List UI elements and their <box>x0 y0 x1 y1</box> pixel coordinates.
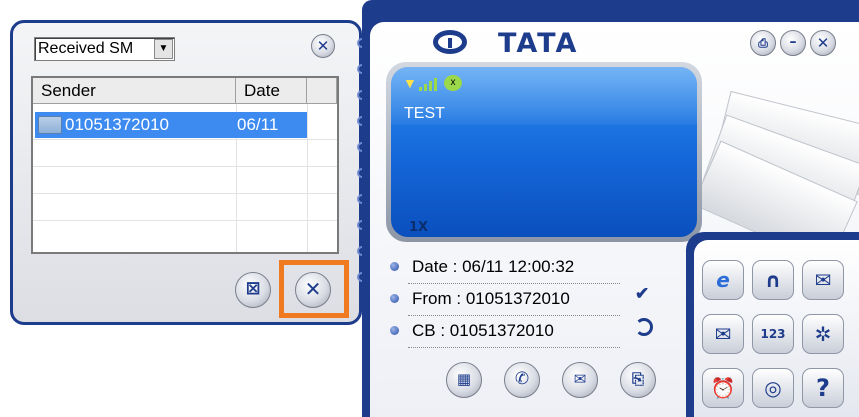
lcd-message-text: TEST <box>404 105 445 122</box>
lcd-screen: ▼ x TEST 1X <box>391 67 697 237</box>
browser-button[interactable]: e <box>702 260 744 300</box>
date-cell: 06/11 <box>237 115 279 134</box>
sms-message-list[interactable]: Sender Date 01051372010 06/11 <box>31 76 339 254</box>
column-header-sender[interactable]: Sender <box>33 78 236 104</box>
function-panel-body: e ∩ ✉ ✉ 123 ✲ ⏰ ◎ ? <box>694 240 859 417</box>
main-close-button[interactable]: ✕ <box>810 30 836 56</box>
message-from-row: From : 01051372010 <box>390 288 620 316</box>
call-button[interactable]: ✆ <box>504 362 540 398</box>
forward-button[interactable]: ⎘ <box>620 362 656 398</box>
minimize-button[interactable]: – <box>780 30 806 56</box>
dotted-divider <box>408 283 620 284</box>
send-message-button[interactable]: ✉ <box>802 260 844 300</box>
tata-home-button[interactable]: ◎ <box>752 368 794 408</box>
table-row-selected[interactable]: 01051372010 06/11 <box>35 112 307 138</box>
alarm-button[interactable]: ⏰ <box>702 368 744 408</box>
headset-button[interactable]: ∩ <box>752 260 794 300</box>
bullet-icon <box>390 262 399 271</box>
grid-line <box>33 139 337 140</box>
brand-name: TATA <box>498 28 579 59</box>
network-mode-label: 1X <box>409 220 429 235</box>
message-cb-row: CB : 01051372010 <box>390 320 620 348</box>
signal-bar <box>434 78 437 91</box>
grid-line <box>33 220 337 221</box>
grid-line <box>33 193 337 194</box>
envelopes-decoration <box>692 68 859 266</box>
antenna-icon: ▼ <box>403 75 417 91</box>
dotted-divider <box>408 347 620 348</box>
sender-cell: 01051372010 <box>65 115 170 134</box>
message-date: Date : 06/11 12:00:32 <box>412 257 575 276</box>
grid-line <box>307 104 308 252</box>
loading-icon[interactable] <box>635 318 653 336</box>
read-status-icon[interactable]: ✔ <box>635 284 655 304</box>
bullet-icon <box>390 326 399 335</box>
status-icon: x <box>444 75 462 91</box>
function-panel: e ∩ ✉ ✉ 123 ✲ ⏰ ◎ ? <box>686 232 859 417</box>
help-button[interactable]: ? <box>802 368 844 408</box>
chevron-down-icon[interactable]: ▼ <box>154 39 173 59</box>
calendar-button[interactable]: 123 <box>752 314 794 354</box>
folder-dropdown-value: Received SM <box>38 40 134 57</box>
message-callback: CB : 01051372010 <box>412 321 554 340</box>
column-header-date[interactable]: Date <box>236 78 307 104</box>
signal-bar <box>424 84 427 91</box>
column-header-filler <box>307 78 337 104</box>
message-from: From : 01051372010 <box>412 289 570 308</box>
signal-bar <box>429 81 432 91</box>
sms-close-button[interactable]: ✕ <box>295 272 331 308</box>
bullet-icon <box>390 294 399 303</box>
message-date-row: Date : 06/11 12:00:32 <box>390 256 620 284</box>
desktop-stage: Received SM ▼ ✕ Sender Date 01051372010 … <box>0 0 859 417</box>
dotted-divider <box>408 315 620 316</box>
lcd-display: ▼ x TEST 1X <box>386 62 702 242</box>
settings-button[interactable]: ✲ <box>802 314 844 354</box>
sms-window-close-button[interactable]: ✕ <box>311 34 335 58</box>
print-button[interactable]: ⎙ <box>750 30 776 56</box>
inbox-button[interactable]: ✉ <box>702 314 744 354</box>
grid-line <box>33 166 337 167</box>
signal-strength-icon <box>419 77 439 91</box>
signal-bar <box>419 87 422 91</box>
envelope-icon <box>38 116 62 134</box>
sms-list-window: Received SM ▼ ✕ Sender Date 01051372010 … <box>10 20 362 325</box>
save-to-phonebook-button[interactable]: ▦ <box>446 362 482 398</box>
reply-button[interactable]: ✉ <box>562 362 598 398</box>
tata-logo-icon <box>433 30 467 54</box>
folder-dropdown[interactable]: Received SM ▼ <box>34 37 175 61</box>
delete-message-button[interactable]: ⊠ <box>235 272 271 308</box>
